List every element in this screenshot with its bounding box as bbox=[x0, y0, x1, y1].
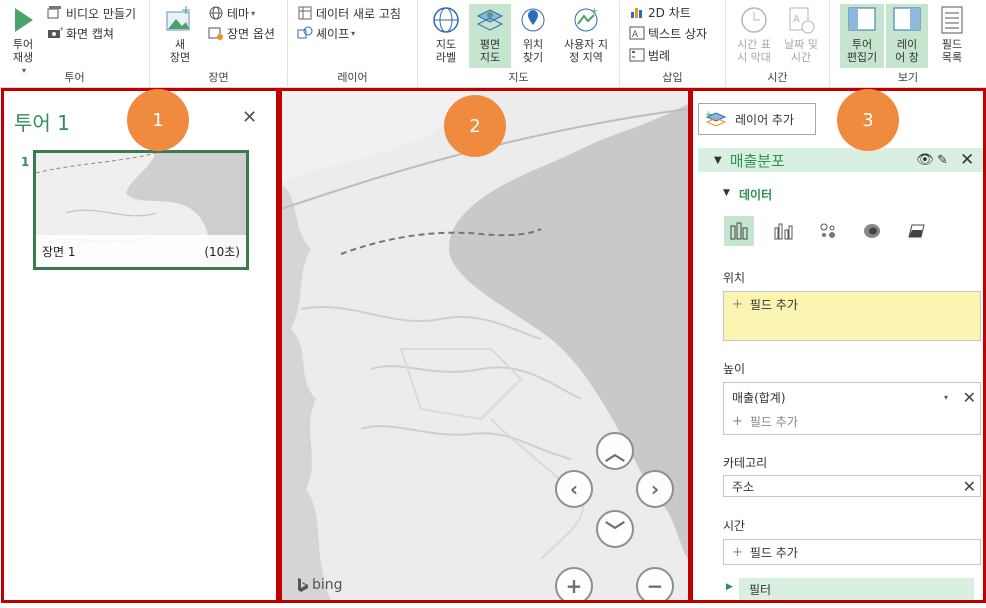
clock-icon bbox=[741, 7, 767, 33]
capture-screen-button[interactable]: + 화면 캡쳐 bbox=[47, 23, 114, 43]
shapes-icon bbox=[297, 26, 313, 39]
chart-2d-icon bbox=[631, 8, 642, 18]
refresh-data-label: 데이터 새로 고침 bbox=[316, 6, 401, 21]
group-label-layer: 레이어 bbox=[337, 71, 368, 84]
flat-map-icon bbox=[476, 9, 504, 31]
svg-text:+: + bbox=[181, 4, 191, 17]
ribbon-group-layer: 데이터 새로 고침 셰이프 ▾ 레이어 bbox=[288, 0, 418, 88]
capture-screen-label: 화면 캡쳐 bbox=[66, 26, 114, 41]
flat-map-label: 평면 지도 bbox=[479, 38, 501, 64]
chevron-down-icon: ▾ bbox=[351, 28, 356, 38]
field-list-label: 필드 목록 bbox=[941, 38, 963, 64]
layer-pane-label: 레이 어 창 bbox=[895, 38, 919, 64]
callout-badge-1: 1 bbox=[127, 89, 189, 151]
highlight-frame-tour bbox=[1, 88, 279, 603]
tour-editor-label: 투어 편집기 bbox=[846, 38, 878, 64]
ribbon-group-insert: 2D 차트 A 텍스트 상자 범례 삽입 bbox=[620, 0, 726, 88]
chart-2d-button[interactable]: 2D 차트 bbox=[629, 2, 691, 22]
camera-icon: + bbox=[48, 25, 63, 38]
callout-badge-2: 2 bbox=[444, 95, 506, 157]
play-icon bbox=[15, 8, 33, 32]
group-label-view: 보기 bbox=[897, 71, 919, 84]
ribbon-group-view: 투어 편집기 레이 어 창 필드 목록 보기 bbox=[830, 0, 986, 88]
svg-text:A: A bbox=[793, 14, 800, 25]
find-location-label: 위치 찾기 bbox=[522, 38, 544, 64]
chevron-down-icon: ▾ bbox=[251, 8, 256, 18]
play-tour-label: 투어 재생 bbox=[12, 38, 34, 64]
make-video-label: 비디오 만들기 bbox=[66, 6, 137, 21]
svg-text:+: + bbox=[590, 6, 598, 17]
new-scene-label: 새 장면 bbox=[169, 38, 191, 64]
text-box-label: 텍스트 상자 bbox=[648, 26, 708, 41]
date-time-label: 날짜 및 시간 bbox=[784, 38, 818, 64]
layer-pane-icon bbox=[893, 7, 921, 31]
highlight-frame-map bbox=[279, 88, 691, 603]
shapes-label: 셰이프 bbox=[316, 26, 350, 41]
text-box-icon: A bbox=[629, 26, 645, 40]
legend-icon bbox=[629, 48, 645, 62]
flat-map-button[interactable]: 평면 지도 bbox=[469, 4, 511, 68]
map-labels-label: 지도 라벨 bbox=[435, 38, 457, 64]
ribbon-group-time: 시간 표 시 막대 A 날짜 및 시간 시간 bbox=[726, 0, 830, 88]
refresh-data-icon bbox=[298, 6, 312, 20]
custom-regions-label: 사용자 지 정 지역 bbox=[564, 38, 608, 64]
group-label-map: 지도 bbox=[508, 71, 529, 84]
theme-label: 테마 bbox=[227, 6, 250, 21]
scene-options-button[interactable]: 장면 옵션 bbox=[208, 23, 275, 43]
make-video-button[interactable]: 비디오 만들기 bbox=[47, 3, 136, 23]
custom-regions-icon: + bbox=[574, 6, 598, 32]
scene-options-icon bbox=[208, 27, 223, 40]
video-icon bbox=[47, 6, 61, 19]
shapes-button[interactable]: 셰이프 ▾ bbox=[297, 23, 355, 43]
group-label-insert: 삽입 bbox=[662, 71, 683, 84]
new-scene-button[interactable]: + 새 장면 bbox=[162, 4, 198, 64]
chart-2d-label: 2D 차트 bbox=[648, 5, 691, 20]
new-scene-icon: + bbox=[166, 4, 191, 31]
ribbon: 투어 재생 ▾ 비디오 만들기 + 화면 캡쳐 투어 + 새 장면 테마 ▾ 장… bbox=[0, 0, 986, 88]
play-tour-button[interactable]: 투어 재생 ▾ bbox=[6, 4, 40, 77]
layer-pane-button[interactable]: 레이 어 창 bbox=[886, 4, 928, 68]
scene-options-label: 장면 옵션 bbox=[227, 26, 275, 41]
date-time-icon: A bbox=[789, 7, 815, 34]
svg-text:+: + bbox=[59, 25, 63, 33]
field-list-button[interactable]: 필드 목록 bbox=[932, 4, 972, 68]
callout-badge-3: 3 bbox=[837, 89, 899, 151]
globe-icon bbox=[209, 6, 223, 20]
field-list-icon bbox=[941, 6, 963, 34]
refresh-data-button[interactable]: 데이터 새로 고침 bbox=[297, 3, 401, 23]
ribbon-group-scene: + 새 장면 테마 ▾ 장면 옵션 장면 bbox=[150, 0, 288, 88]
tour-editor-button[interactable]: 투어 편집기 bbox=[840, 4, 884, 68]
group-label-time: 시간 bbox=[767, 71, 788, 84]
text-box-button[interactable]: A 텍스트 상자 bbox=[629, 23, 707, 43]
group-label-scene: 장면 bbox=[208, 71, 229, 84]
timeline-label: 시간 표 시 막대 bbox=[737, 38, 771, 64]
find-location-button[interactable]: 위치 찾기 bbox=[514, 4, 552, 68]
legend-button[interactable]: 범례 bbox=[629, 45, 670, 65]
globe-label-icon bbox=[433, 7, 459, 33]
date-time-button[interactable]: A 날짜 및 시간 bbox=[778, 4, 824, 68]
ribbon-group-map: 지도 라벨 평면 지도 위치 찾기 + 사용자 지 정 지역 지도 bbox=[418, 0, 620, 88]
highlight-frame-layer bbox=[690, 88, 986, 603]
group-label-tour: 투어 bbox=[64, 71, 85, 84]
ribbon-group-tour: 투어 재생 ▾ 비디오 만들기 + 화면 캡쳐 투어 bbox=[0, 0, 150, 88]
theme-button[interactable]: 테마 ▾ bbox=[208, 3, 255, 23]
custom-regions-button[interactable]: + 사용자 지 정 지역 bbox=[555, 4, 617, 68]
map-labels-button[interactable]: 지도 라벨 bbox=[426, 4, 466, 68]
svg-text:A: A bbox=[632, 30, 639, 40]
legend-label: 범례 bbox=[648, 48, 671, 63]
timeline-button[interactable]: 시간 표 시 막대 bbox=[732, 4, 776, 68]
find-location-icon bbox=[521, 8, 545, 32]
tour-editor-icon bbox=[848, 7, 876, 31]
